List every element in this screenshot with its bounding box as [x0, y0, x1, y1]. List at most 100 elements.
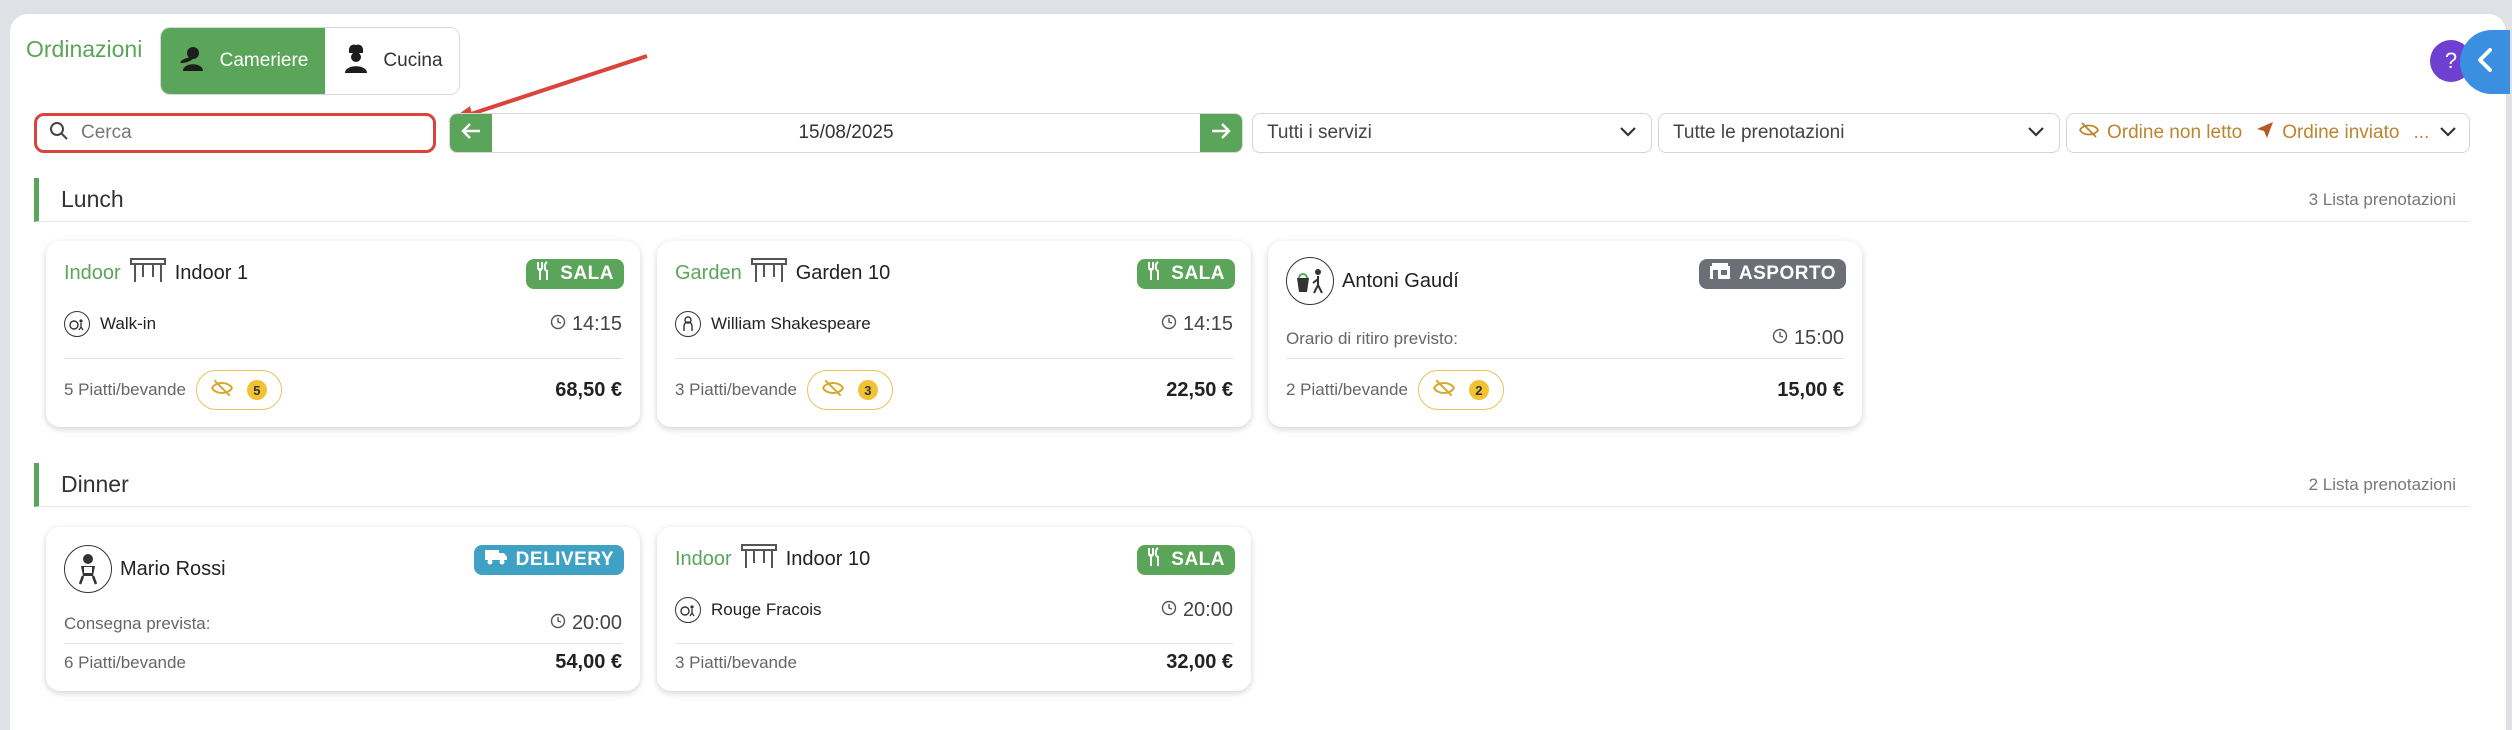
- items-count: 6 Piatti/bevande: [64, 652, 186, 672]
- help-label: ?: [2444, 48, 2458, 73]
- chevron-down-icon: [2439, 122, 2457, 144]
- order-time: 14:15: [1182, 312, 1233, 335]
- order-card[interactable]: Garden Garden 10 SALA William Shakespear…: [657, 241, 1251, 427]
- section-count: 2 Lista prenotazioni: [2308, 475, 2456, 494]
- mode-cucina-button[interactable]: Cucina: [325, 28, 459, 94]
- arrow-right-icon: [1210, 122, 1232, 145]
- section-title: Lunch: [61, 186, 124, 212]
- send-icon: [2256, 121, 2274, 145]
- clock-icon: [550, 313, 566, 336]
- order-total: 15,00 €: [1777, 378, 1844, 401]
- order-card[interactable]: Indoor Indoor 10 SALA Rouge Fracois 20:0…: [657, 527, 1251, 691]
- section-title: Dinner: [61, 471, 129, 497]
- clock-icon: [1772, 327, 1788, 350]
- customer-name: Mario Rossi: [120, 557, 226, 580]
- zone-label: Garden: [675, 261, 742, 284]
- customer-name: William Shakespeare: [711, 314, 871, 333]
- order-total: 32,00 €: [1166, 651, 1233, 673]
- waiter-icon: [178, 43, 208, 79]
- divider: [1286, 358, 1844, 359]
- services-select-value: Tutti i servizi: [1267, 122, 1372, 143]
- delivery-time-label: Consegna prevista:: [64, 613, 211, 633]
- shop-icon: [1709, 262, 1731, 286]
- items-count: 2 Piatti/bevande: [1286, 380, 1408, 399]
- customer-name: Antoni Gaudí: [1342, 269, 1459, 292]
- cutlery-icon: [536, 261, 552, 287]
- cutlery-icon: [1147, 261, 1163, 287]
- order-time: 14:15: [571, 312, 622, 335]
- table-icon: [740, 543, 778, 575]
- order-total: 68,50 €: [555, 378, 622, 401]
- search-icon: [49, 121, 69, 146]
- service-badge: DELIVERY: [473, 545, 624, 575]
- eye-off-icon: [821, 379, 844, 402]
- section-lunch: Lunch 3 Lista prenotazioni: [34, 178, 2470, 222]
- status-sent-label: Ordine inviato: [2282, 122, 2400, 143]
- clock-icon: [550, 612, 566, 635]
- divider: [64, 643, 622, 644]
- services-select[interactable]: Tutti i servizi: [1252, 113, 1652, 153]
- table-label: Garden 10: [795, 261, 891, 284]
- current-date[interactable]: 15/08/2025: [492, 114, 1200, 152]
- takeaway-icon: [1286, 257, 1334, 305]
- date-navigator: 15/08/2025: [449, 113, 1243, 153]
- service-badge: SALA: [1137, 259, 1235, 289]
- divider: [64, 358, 622, 359]
- mode-cameriere-label: Cameriere: [219, 50, 309, 71]
- next-day-button[interactable]: [1200, 114, 1242, 152]
- chef-icon: [341, 42, 371, 80]
- service-badge-label: SALA: [1171, 263, 1225, 284]
- clock-icon: [1161, 599, 1177, 622]
- mode-switch: Cameriere Cucina: [160, 27, 460, 95]
- unread-badge: 3: [806, 370, 893, 410]
- unread-badge: 5: [195, 370, 282, 410]
- order-card[interactable]: Mario Rossi DELIVERY Consegna prevista: …: [46, 527, 640, 691]
- order-time: 20:00: [571, 612, 622, 634]
- reservations-select[interactable]: Tutte le prenotazioni: [1658, 113, 2060, 153]
- eye-off-icon: [2078, 122, 2100, 144]
- unread-count: 3: [857, 380, 878, 400]
- order-status-select[interactable]: Ordine non letto Ordine inviato ...: [2066, 113, 2470, 153]
- service-badge: SALA: [1137, 545, 1235, 575]
- service-badge-label: SALA: [560, 263, 614, 284]
- chevron-down-icon: [2027, 122, 2045, 144]
- section-count: 3 Lista prenotazioni: [2308, 190, 2456, 209]
- search-box[interactable]: [34, 113, 436, 153]
- unread-count: 2: [1468, 380, 1489, 400]
- section-dinner: Dinner 2 Lista prenotazioni: [34, 463, 2470, 507]
- prev-day-button[interactable]: [450, 114, 492, 152]
- status-unread-label: Ordine non letto: [2107, 122, 2243, 143]
- table-label: Indoor 10: [785, 547, 871, 570]
- order-card[interactable]: Antoni Gaudí ASPORTO Orario di ritiro pr…: [1268, 241, 1862, 427]
- search-input[interactable]: [81, 122, 401, 144]
- arrow-left-icon: [460, 122, 482, 145]
- unread-badge: 2: [1417, 370, 1504, 410]
- order-card[interactable]: Indoor Indoor 1 SALA Walk-in 14:15 5 Pia…: [46, 241, 640, 427]
- table-label: Indoor 1: [174, 261, 249, 284]
- unread-count: 5: [246, 380, 267, 400]
- clock-icon: [1161, 313, 1177, 336]
- service-badge: ASPORTO: [1698, 259, 1846, 289]
- status-more: ...: [2413, 122, 2430, 143]
- eye-off-icon: [1432, 379, 1455, 402]
- service-badge-label: DELIVERY: [515, 549, 614, 570]
- items-count: 5 Piatti/bevande: [64, 380, 186, 399]
- chevron-left-icon: [2474, 47, 2496, 78]
- customer-name: Walk-in: [100, 314, 157, 333]
- mode-cameriere-button[interactable]: Cameriere: [161, 28, 325, 94]
- page-title: Ordinazioni: [26, 36, 143, 62]
- zone-label: Indoor: [675, 547, 732, 570]
- eye-off-icon: [210, 379, 233, 402]
- zone-label: Indoor: [64, 261, 121, 284]
- divider: [675, 358, 1233, 359]
- order-total: 54,00 €: [555, 651, 622, 673]
- service-badge-label: ASPORTO: [1738, 263, 1836, 284]
- order-total: 22,50 €: [1166, 378, 1233, 401]
- divider: [675, 643, 1233, 644]
- table-icon: [129, 257, 167, 289]
- person-icon: [675, 311, 701, 337]
- cutlery-icon: [1147, 547, 1163, 573]
- delivery-rider-icon: [64, 545, 112, 593]
- items-count: 3 Piatti/bevande: [675, 652, 797, 672]
- mode-cucina-label: Cucina: [383, 50, 443, 71]
